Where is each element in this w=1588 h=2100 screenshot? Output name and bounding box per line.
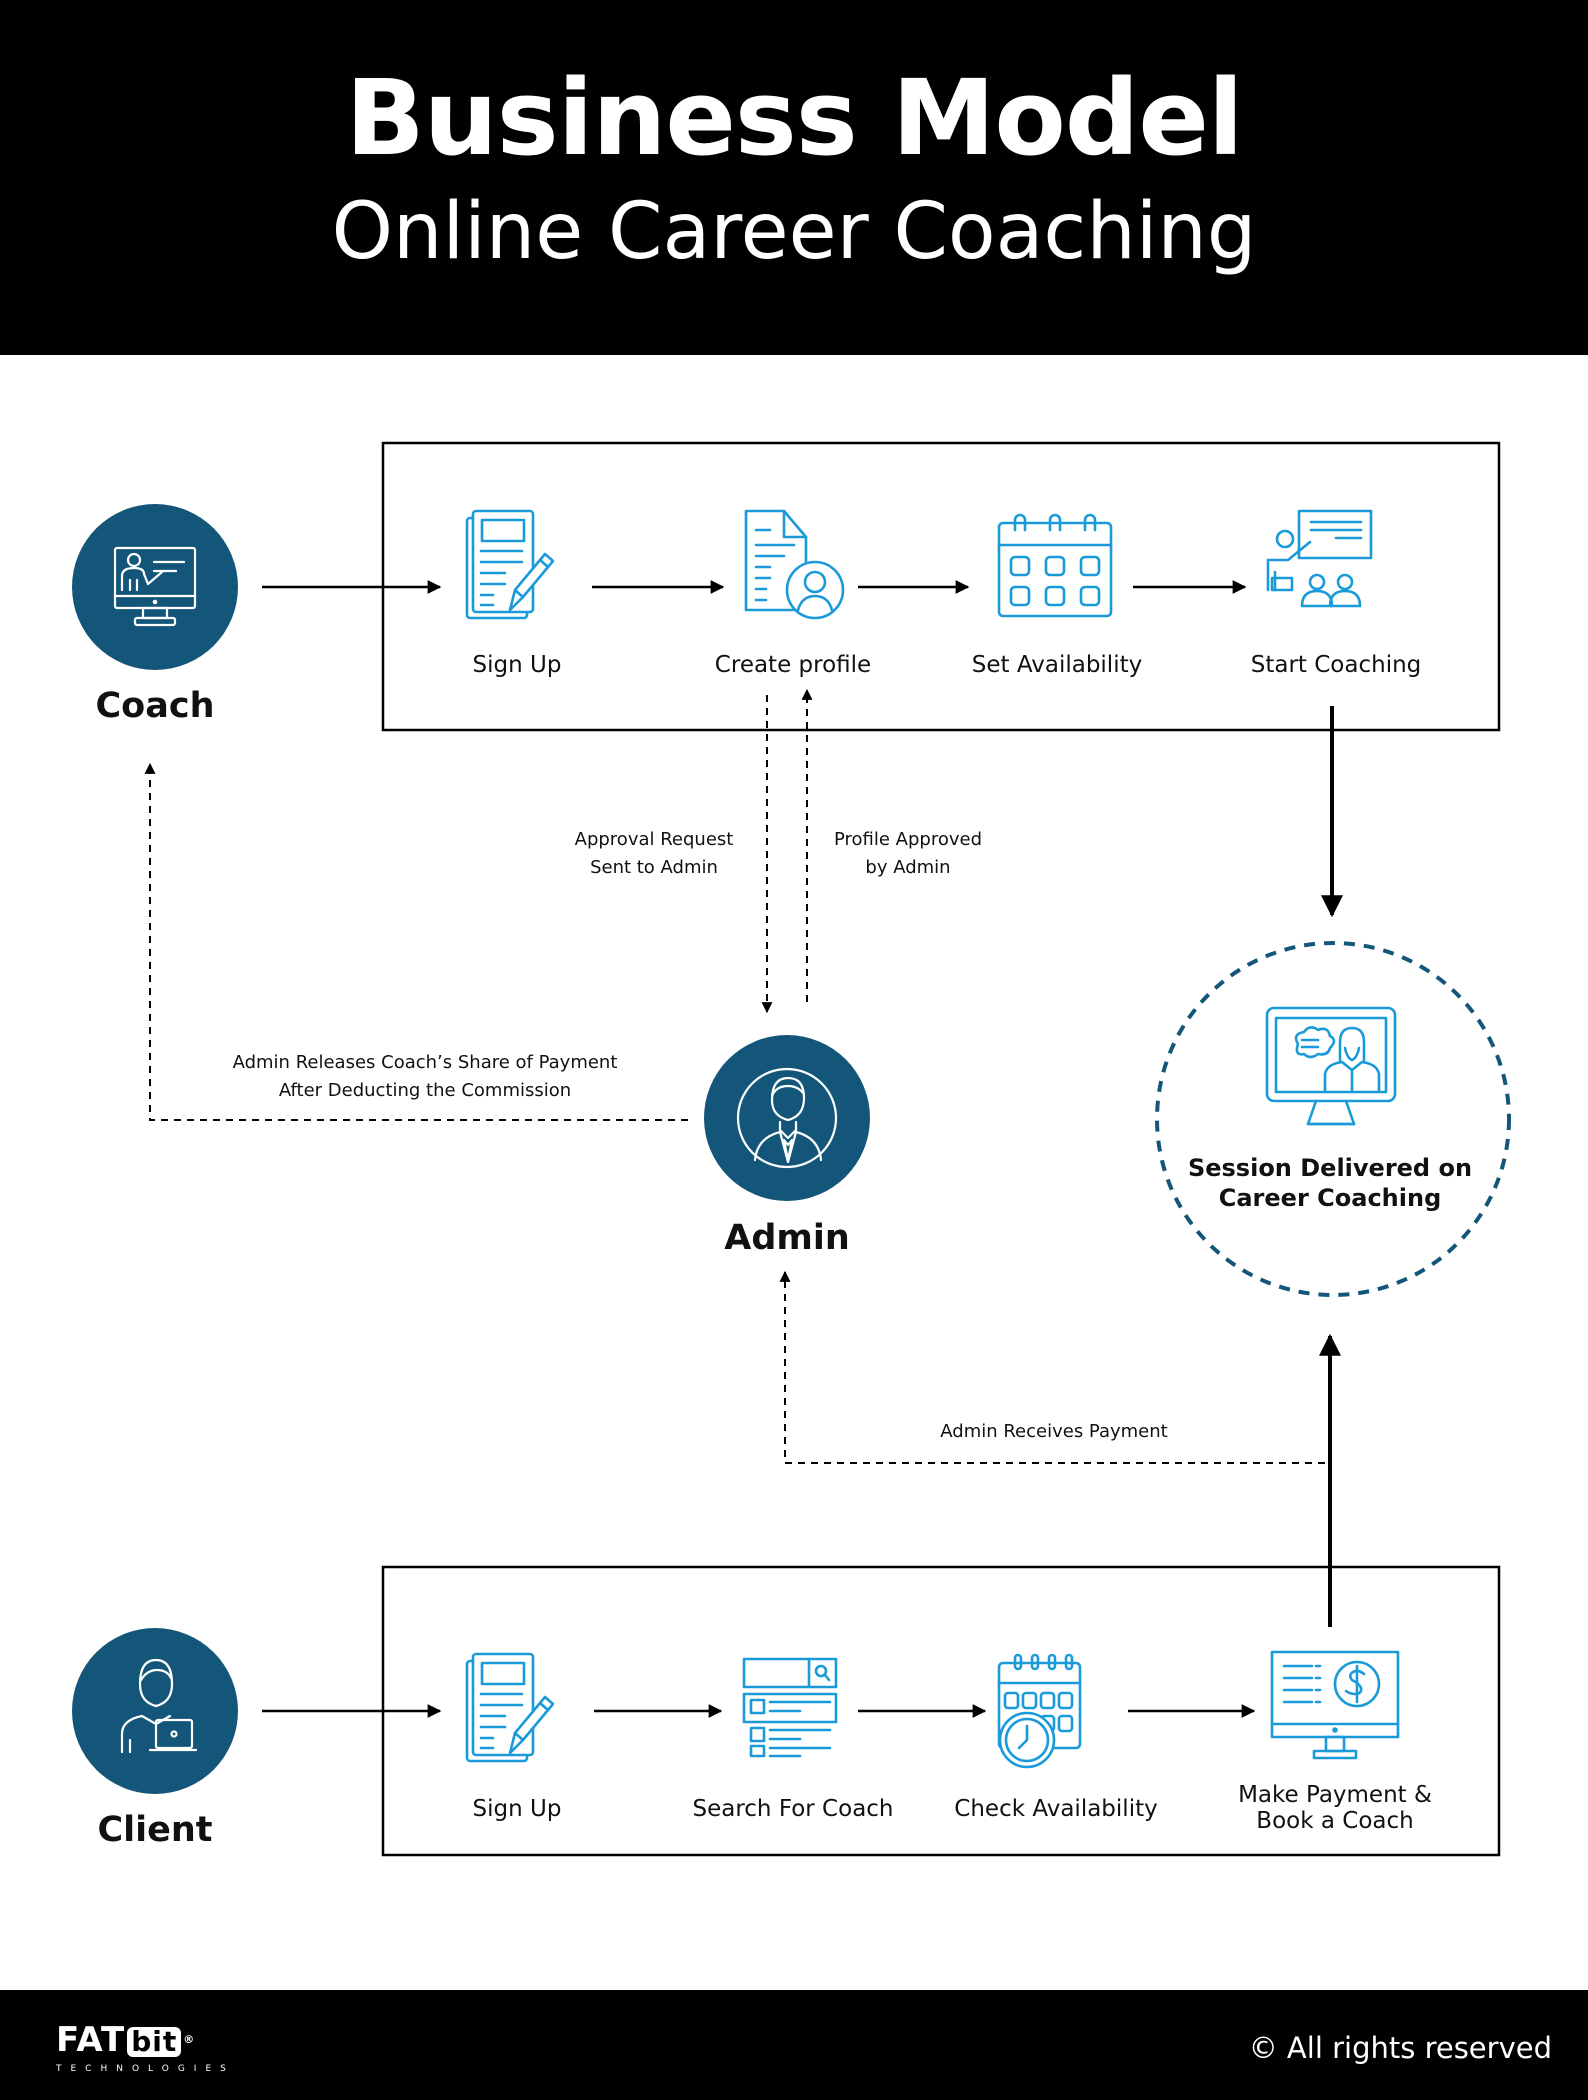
admin-releases-line1: Admin Releases Coach’s Share of Payment — [232, 1052, 618, 1073]
presentation-icon — [1266, 509, 1373, 608]
coach-step-start-coaching-label: Start Coaching — [1250, 652, 1422, 678]
admin-releases-line2: After Deducting the Commission — [278, 1080, 572, 1101]
payment-monitor-icon — [1270, 1650, 1400, 1760]
client-step-payment-label: Make Payment & Book a Coach — [1238, 1782, 1432, 1834]
signup-form-icon — [465, 509, 555, 620]
approval-request-line2: Sent to Admin — [590, 857, 718, 878]
online-session-monitor-icon — [1265, 1006, 1397, 1126]
fatbit-logo: FAT bit ® TECHNOLOGIES — [56, 2022, 235, 2076]
coach-step-create-profile-label: Create profile — [714, 652, 872, 678]
session-label-line1: Session Delivered on — [1187, 1154, 1473, 1182]
client-step-payment-line1: Make Payment & — [1238, 1782, 1432, 1808]
registered-mark: ® — [183, 2033, 196, 2046]
search-list-icon — [742, 1657, 838, 1758]
approval-request-line1: Approval Request — [574, 829, 734, 850]
profile-document-icon — [744, 509, 845, 620]
client-step-search-label: Search For Coach — [692, 1796, 894, 1822]
profile-approved-line2: by Admin — [865, 857, 951, 878]
coach-step-signup-label: Sign Up — [472, 652, 562, 678]
logo-subtitle: TECHNOLOGIES — [56, 2064, 235, 2074]
admin-label: Admin — [724, 1218, 850, 1258]
coach-step-set-availability-label: Set Availability — [971, 652, 1143, 678]
profile-approved-line1: Profile Approved — [833, 829, 983, 850]
admin-releases-label: Admin Releases Coach’s Share of Payment … — [233, 1049, 618, 1105]
client-step-check-availability-label: Check Availability — [954, 1796, 1158, 1822]
client-step-payment-line2: Book a Coach — [1256, 1808, 1414, 1834]
session-label: Session Delivered on Career Coaching — [1188, 1153, 1472, 1213]
admin-receives-label: Admin Receives Payment — [940, 1421, 1168, 1442]
coach-label: Coach — [95, 686, 215, 726]
client-circle — [72, 1628, 238, 1794]
client-step-signup-label: Sign Up — [472, 1796, 562, 1822]
session-label-line2: Career Coaching — [1218, 1184, 1442, 1212]
session-dashed-circle — [1155, 941, 1511, 1297]
profile-approved-label: Profile Approved by Admin — [834, 826, 982, 882]
copyright-text: © All rights reserved — [1248, 2031, 1552, 2065]
coach-circle — [72, 504, 238, 670]
signup-form-icon — [465, 1652, 555, 1763]
admin-circle — [704, 1035, 870, 1201]
client-label: Client — [97, 1810, 213, 1850]
calendar-clock-icon — [997, 1653, 1082, 1769]
logo-fat: FAT — [56, 2020, 126, 2060]
calendar-icon — [997, 513, 1113, 618]
approval-request-label: Approval Request Sent to Admin — [575, 826, 734, 882]
logo-bit: bit — [127, 2027, 182, 2057]
